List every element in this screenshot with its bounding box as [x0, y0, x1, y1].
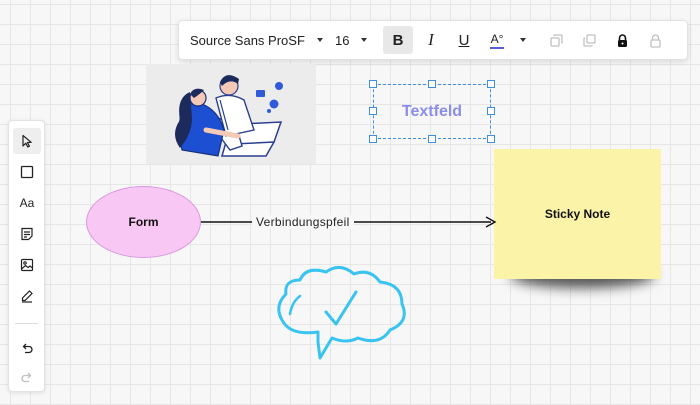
redo-icon — [21, 372, 32, 383]
resize-handle[interactable] — [487, 107, 495, 115]
resize-handle[interactable] — [369, 135, 377, 143]
sticky-note-tool-button[interactable] — [13, 221, 41, 247]
resize-handle[interactable] — [369, 80, 377, 88]
font-family-value: Source Sans ProSF — [190, 32, 305, 48]
bold-icon: B — [392, 31, 404, 49]
illustration-image[interactable] — [146, 64, 316, 164]
italic-button[interactable]: I — [416, 26, 446, 54]
format-toolbar: Source Sans ProSF 16 B I U A° — [178, 20, 688, 60]
chevron-down-icon — [520, 38, 526, 42]
bold-button[interactable]: B — [383, 26, 413, 54]
resize-handle[interactable] — [428, 80, 436, 88]
unlock-icon — [649, 33, 661, 48]
tool-palette: Aa — [8, 120, 45, 392]
square-icon — [20, 165, 34, 179]
pen-tool-button[interactable] — [13, 283, 41, 309]
text-tool-icon: Aa — [19, 196, 35, 210]
unlock-button[interactable] — [640, 26, 670, 54]
font-size-value: 16 — [335, 32, 350, 48]
freehand-cloud-checkmark-drawing[interactable] — [270, 262, 410, 364]
chevron-down-icon — [361, 38, 368, 42]
textfield-label: Textfeld — [401, 102, 463, 120]
lock-icon — [617, 33, 627, 47]
image-tool-button[interactable] — [13, 252, 41, 278]
underline-button[interactable]: U — [449, 26, 479, 54]
chevron-down-icon — [316, 38, 323, 42]
bring-forward-button[interactable] — [541, 26, 571, 54]
textfield-box[interactable]: Textfeld — [373, 84, 491, 139]
send-backward-button[interactable] — [574, 26, 604, 54]
resize-handle[interactable] — [369, 107, 377, 115]
resize-handle[interactable] — [428, 135, 436, 143]
font-family-select[interactable]: Source Sans ProSF — [185, 26, 323, 54]
image-icon — [20, 258, 34, 272]
send-backward-icon — [582, 33, 596, 47]
pen-icon — [21, 290, 33, 303]
sticky-note-label: Sticky Note — [544, 207, 611, 221]
underline-icon: U — [458, 31, 470, 49]
pointer-icon — [22, 134, 32, 148]
text-color-icon: A° — [489, 32, 505, 49]
resize-handle[interactable] — [487, 135, 495, 143]
font-size-select[interactable]: 16 — [323, 26, 383, 54]
lock-button[interactable] — [607, 26, 637, 54]
resize-handle[interactable] — [487, 80, 495, 88]
text-color-dropdown-button[interactable] — [515, 26, 531, 54]
people-at-laptop-illustration — [175, 75, 283, 157]
italic-icon: I — [428, 30, 434, 49]
bring-forward-icon — [549, 33, 563, 47]
undo-button[interactable] — [13, 335, 41, 361]
text-tool-button[interactable]: Aa — [13, 190, 41, 216]
connector-label: Verbindungspfeil — [252, 215, 354, 229]
ellipse-label: Form — [128, 215, 159, 229]
text-color-button[interactable]: A° — [482, 26, 512, 54]
sticky-note[interactable]: Sticky Note — [494, 149, 661, 279]
shape-tool-button[interactable] — [13, 159, 41, 185]
ellipse-shape[interactable]: Form — [86, 186, 201, 258]
palette-divider — [15, 323, 38, 324]
select-tool-button[interactable] — [13, 128, 41, 154]
note-icon — [21, 227, 33, 241]
redo-button[interactable] — [13, 364, 41, 390]
undo-icon — [22, 343, 33, 354]
